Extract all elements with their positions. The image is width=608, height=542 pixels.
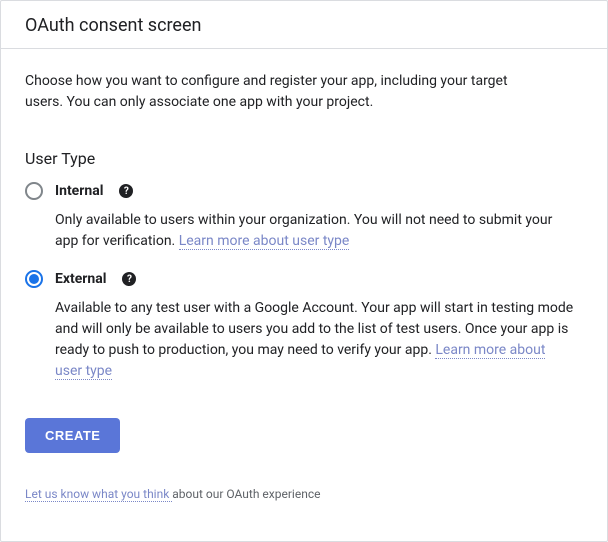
- feedback-link[interactable]: Let us know what you think: [25, 487, 172, 502]
- radio-row-internal: Internal ?: [25, 182, 583, 200]
- card-header: OAuth consent screen: [1, 1, 607, 49]
- create-button[interactable]: CREATE: [25, 418, 120, 453]
- radio-row-external: External ?: [25, 270, 583, 288]
- help-icon-internal[interactable]: ?: [119, 184, 133, 198]
- page-title: OAuth consent screen: [25, 15, 583, 36]
- radio-external-description: Available to any test user with a Google…: [55, 298, 575, 382]
- radio-external[interactable]: [25, 270, 43, 288]
- card-content: Choose how you want to configure and reg…: [1, 49, 607, 523]
- feedback-suffix: about our OAuth experience: [172, 487, 320, 501]
- radio-external-label: External: [55, 271, 106, 287]
- oauth-consent-screen-card: OAuth consent screen Choose how you want…: [0, 0, 608, 542]
- intro-text: Choose how you want to configure and reg…: [25, 71, 545, 113]
- radio-internal-description: Only available to users within your orga…: [55, 210, 575, 252]
- help-icon-external[interactable]: ?: [122, 272, 136, 286]
- learn-more-link-internal[interactable]: Learn more about user type: [179, 233, 350, 250]
- user-type-heading: User Type: [25, 149, 583, 168]
- radio-internal-label: Internal: [55, 183, 103, 199]
- radio-internal[interactable]: [25, 182, 43, 200]
- user-type-radio-group: Internal ? Only available to users withi…: [25, 182, 583, 400]
- feedback-text: Let us know what you think about our OAu…: [25, 487, 583, 501]
